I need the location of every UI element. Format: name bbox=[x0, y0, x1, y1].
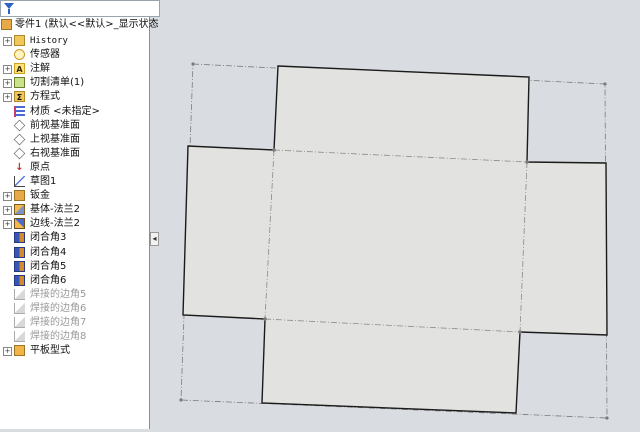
equation-icon: Σ bbox=[14, 91, 25, 103]
sketch-icon bbox=[14, 176, 25, 187]
tree-item-label: 焊接的边角6 bbox=[30, 302, 87, 314]
panel-collapse-handle[interactable]: ◂ bbox=[150, 232, 159, 246]
feature-manager-tree: 零件1 (默认<<默认>_显示状态 + History 传感器 + A 注解 + 切割清单(1)… bbox=[0, 0, 160, 429]
expand-toggle-icon[interactable]: + bbox=[3, 206, 12, 216]
tree-item-label: 焊接的边角5 bbox=[30, 288, 87, 300]
expand-toggle-icon[interactable]: + bbox=[3, 65, 12, 75]
tree-item-label: 焊接的边角8 bbox=[30, 331, 87, 343]
sensor-icon bbox=[14, 49, 25, 61]
tree-filter-bar[interactable] bbox=[0, 0, 160, 17]
tree-item-label: 材质 <未指定> bbox=[30, 105, 100, 117]
tree-item-label: 右视基准面 bbox=[30, 147, 80, 159]
expand-toggle-icon[interactable]: + bbox=[3, 93, 12, 103]
flat-pattern-drawing bbox=[179, 62, 609, 420]
flat-pattern-icon bbox=[14, 345, 25, 357]
plane-icon bbox=[13, 119, 26, 131]
expand-toggle-icon[interactable]: + bbox=[3, 347, 12, 357]
tree-root-label: 零件1 (默认<<默认>_显示状态 bbox=[15, 19, 159, 30]
expand-toggle-icon[interactable]: + bbox=[3, 220, 12, 230]
tree-item-label: 注解 bbox=[30, 63, 50, 75]
origin-icon: ↓ bbox=[15, 161, 24, 173]
tree-item-label: 闭合角3 bbox=[30, 232, 67, 244]
tree-item-label: 前视基准面 bbox=[30, 119, 80, 131]
tree-item-label: 闭合角4 bbox=[30, 246, 67, 258]
closed-corner-icon bbox=[14, 260, 25, 272]
tree-item-label: 闭合角6 bbox=[30, 274, 67, 286]
sheet-metal-icon bbox=[14, 190, 25, 202]
plane-icon bbox=[13, 147, 26, 160]
base-flange-icon bbox=[14, 204, 25, 216]
tree-item-label: 钣金 bbox=[30, 190, 50, 202]
plane-icon bbox=[13, 133, 26, 146]
part-icon bbox=[1, 19, 12, 30]
sheet-face[interactable] bbox=[182, 65, 608, 414]
tree-item-label: 草图1 bbox=[30, 176, 57, 187]
edge-flange-icon bbox=[14, 218, 25, 230]
expand-toggle-icon[interactable]: + bbox=[3, 79, 12, 89]
tree-item-label: 上视基准面 bbox=[30, 133, 80, 145]
tree-item-label: 基体-法兰2 bbox=[30, 204, 80, 216]
tree-item-label: History bbox=[30, 36, 68, 46]
cut-list-icon bbox=[14, 77, 25, 89]
annotation-icon: A bbox=[14, 63, 25, 75]
expand-toggle-icon[interactable]: + bbox=[3, 192, 12, 202]
graphics-viewport[interactable] bbox=[160, 0, 640, 429]
closed-corner-icon bbox=[14, 246, 25, 258]
tree-item-label: 平板型式 bbox=[30, 345, 70, 357]
closed-corner-icon bbox=[14, 274, 25, 286]
tree-item-label: 传感器 bbox=[30, 49, 60, 61]
welded-corner-icon bbox=[14, 288, 25, 300]
tree-item-label: 边线-法兰2 bbox=[30, 218, 80, 230]
closed-corner-icon bbox=[14, 232, 25, 244]
tree-item-label: 焊接的边角7 bbox=[30, 317, 87, 328]
tree-item-label: 原点 bbox=[30, 161, 50, 173]
tree-item-label: 切割清单(1) bbox=[30, 77, 85, 89]
welded-corner-icon bbox=[14, 302, 25, 314]
history-folder-icon bbox=[14, 35, 25, 46]
tree-item-label: 方程式 bbox=[30, 91, 60, 103]
welded-corner-icon bbox=[14, 317, 25, 328]
expand-toggle-icon[interactable]: + bbox=[3, 37, 12, 46]
tree-item-label: 闭合角5 bbox=[30, 260, 67, 272]
material-icon bbox=[14, 105, 25, 117]
welded-corner-icon bbox=[14, 331, 25, 343]
